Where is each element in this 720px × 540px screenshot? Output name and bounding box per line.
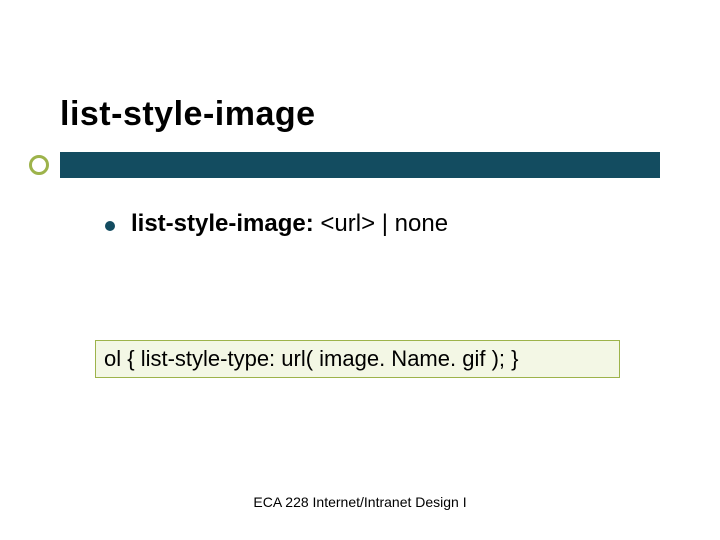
code-example-text: ol { list-style-type: url( image. Name. … [104, 346, 518, 372]
slide-title: list-style-image [60, 95, 660, 134]
bullet-item: list-style-image: <url> | none [105, 210, 665, 238]
bullet-dot-icon [105, 221, 115, 231]
slide-footer: ECA 228 Internet/Intranet Design I [0, 494, 720, 510]
slide: list-style-image list-style-image: <url>… [0, 0, 720, 540]
title-accent-dot [29, 155, 49, 175]
bullet-text: list-style-image: <url> | none [131, 210, 448, 238]
title-underline-bar [60, 152, 660, 178]
code-example-box: ol { list-style-type: url( image. Name. … [95, 340, 620, 378]
bullet-values: <url> | none [314, 210, 448, 237]
bullet-label: list-style-image: [131, 210, 314, 237]
title-area: list-style-image [60, 95, 660, 134]
